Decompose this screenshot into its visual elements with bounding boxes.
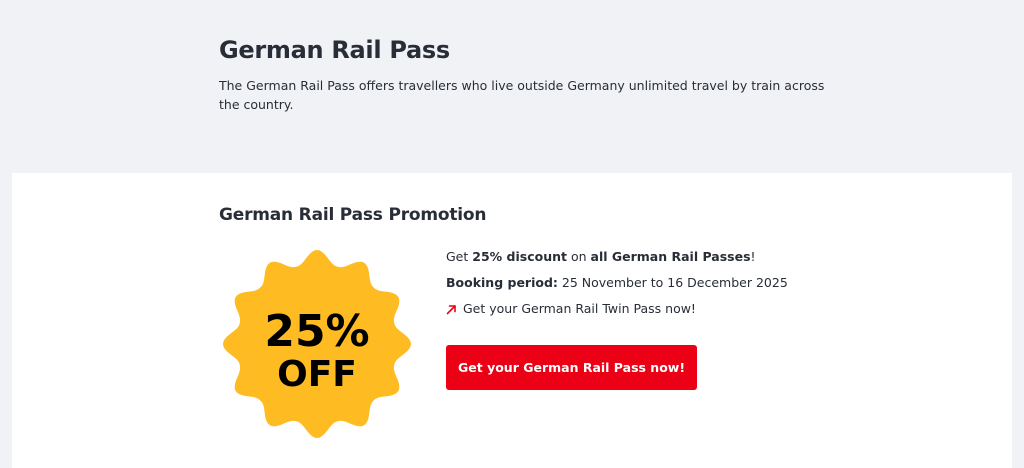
- discount-amount: 25% discount: [472, 249, 567, 264]
- badge-percent-text: 25%: [264, 306, 369, 357]
- discount-middle: on: [566, 249, 591, 264]
- twin-pass-link-label: Get your German Rail Twin Pass now!: [463, 301, 696, 316]
- discount-suffix: !: [750, 249, 756, 264]
- badge-off-text: OFF: [277, 354, 357, 395]
- twin-pass-link[interactable]: Get your German Rail Twin Pass now!: [446, 301, 946, 317]
- discount-target: all German Rail Passes: [590, 249, 751, 264]
- discount-badge: 25% OFF: [217, 250, 417, 438]
- booking-period-label: Booking period:: [446, 275, 558, 290]
- promotion-title: German Rail Pass Promotion: [219, 205, 487, 225]
- get-rail-pass-button[interactable]: Get your German Rail Pass now!: [446, 345, 698, 390]
- promotion-card: German Rail Pass Promotion 25% OFF Get 2…: [12, 173, 1012, 468]
- promotion-info: Get 25% discount on all German Rail Pass…: [446, 249, 946, 390]
- page-title: German Rail Pass: [219, 36, 450, 64]
- discount-prefix: Get: [446, 249, 473, 264]
- booking-period-line: Booking period: 25 November to 16 Decemb…: [446, 275, 946, 291]
- discount-line: Get 25% discount on all German Rail Pass…: [446, 249, 946, 265]
- booking-period-value: 25 November to 16 December 2025: [557, 275, 788, 290]
- page-description: The German Rail Pass offers travellers w…: [219, 78, 825, 112]
- arrow-up-right-icon: [446, 304, 457, 315]
- starburst-badge-graphic: 25% OFF: [223, 250, 411, 438]
- page-header: German Rail Pass The German Rail Pass of…: [219, 36, 839, 114]
